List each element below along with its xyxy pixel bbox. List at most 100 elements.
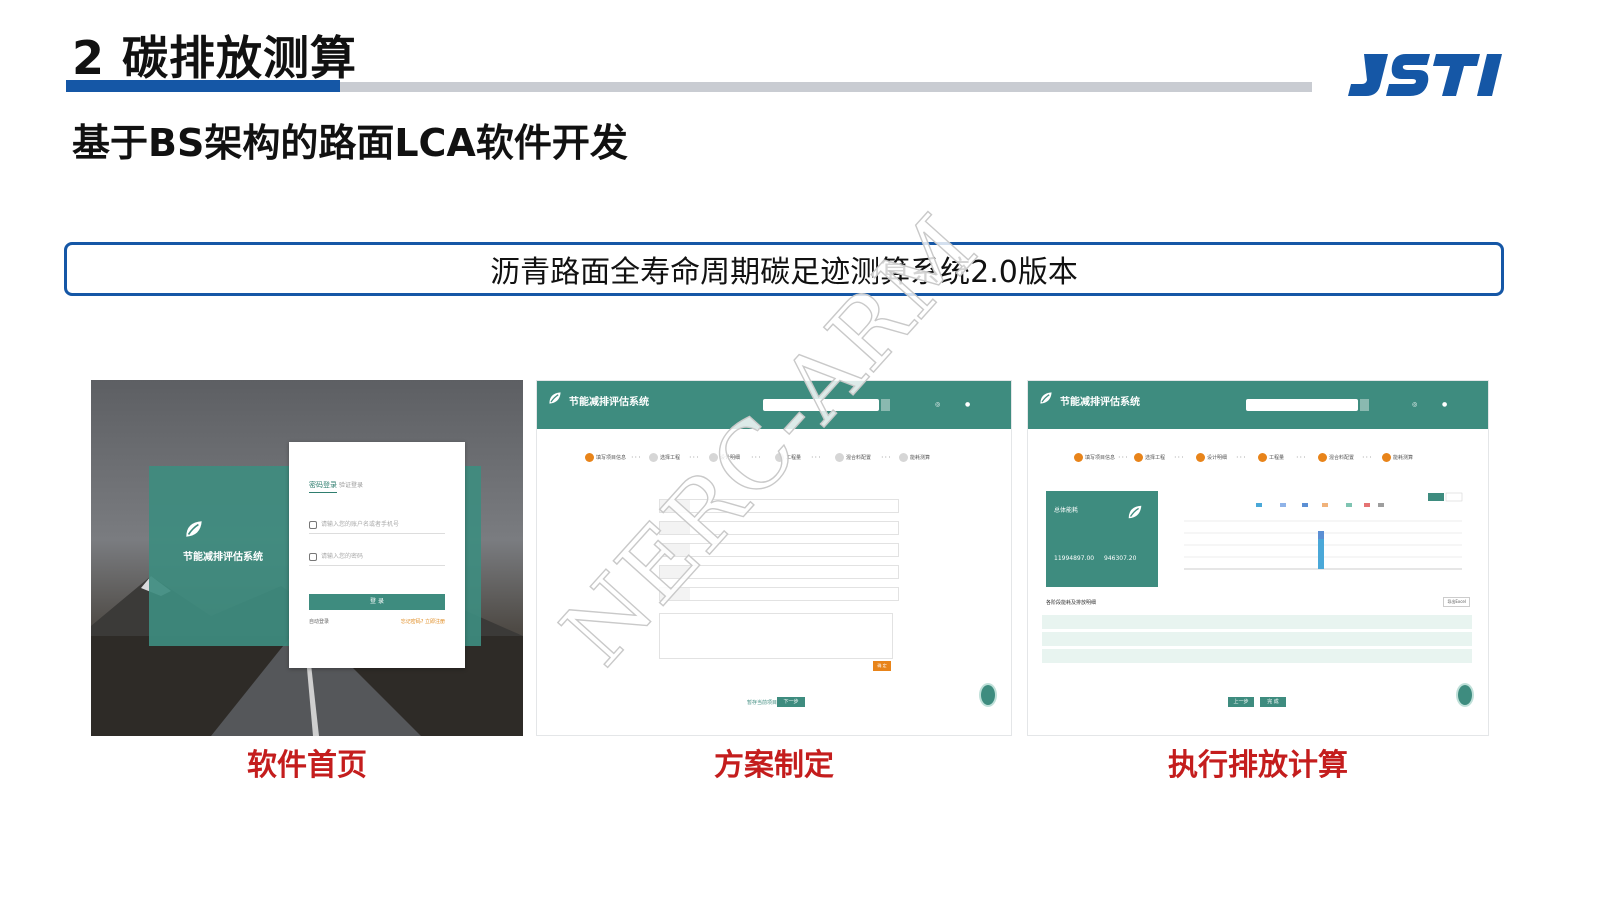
tab-code-login[interactable]: 验证登录 (339, 480, 363, 489)
form-select[interactable] (659, 543, 899, 557)
form-field[interactable] (659, 499, 899, 513)
login-brand-panel-edge (463, 466, 481, 646)
forgot-register-link[interactable]: 忘记密码? 立即注册 (401, 618, 445, 625)
table-row[interactable] (1042, 649, 1472, 663)
step-1[interactable]: 填写项目信息 (585, 453, 626, 462)
step-dot (649, 453, 658, 462)
username-input[interactable]: 请输入您的账户名或者手机号 (309, 518, 445, 534)
login-button[interactable]: 登 录 (309, 594, 445, 610)
step-active-dot (1382, 453, 1391, 462)
caption-emission: 执行排放计算 (1168, 748, 1348, 783)
summary-value-energy: 11994897.00 (1054, 555, 1095, 562)
step-6-label: 能耗测算 (1393, 455, 1414, 461)
table-row[interactable] (1042, 632, 1472, 646)
help-icon[interactable]: ◎ (1412, 401, 1417, 408)
step-4[interactable]: 工程量 (1258, 453, 1284, 462)
step-5-label: 混合料配置 (1329, 455, 1355, 461)
step-5[interactable]: 混合料配置 (835, 453, 871, 462)
search-input[interactable] (763, 399, 879, 411)
step-separator: ··· (1362, 453, 1373, 462)
step-separator: ··· (1236, 453, 1247, 462)
screenshot-plan-form: 节能减排评估系统 ◎ ● 填写项目信息 ··· 选择工程 ··· 设计明细 ··… (536, 380, 1012, 736)
system-name: 沥青路面全寿命周期碳足迹测算系统2.0版本 (490, 255, 1078, 290)
app-header: 节能减排评估系统 ◎ ● (1028, 381, 1488, 429)
help-icon[interactable]: ◎ (935, 401, 940, 408)
step-3[interactable]: 设计明细 (1196, 453, 1227, 462)
detail-table-title: 各阶段能耗及排放明细 (1046, 600, 1097, 606)
password-input[interactable]: 请输入您的密码 (309, 550, 445, 566)
app-name: 节能减排评估系统 (569, 397, 649, 408)
search-icon[interactable] (881, 399, 890, 411)
step-active-dot (1074, 453, 1083, 462)
form-field-label (660, 588, 690, 600)
login-app-name: 节能减排评估系统 (183, 552, 263, 563)
title-divider (340, 82, 1312, 92)
step-6[interactable]: 能耗测算 (899, 453, 930, 462)
user-icon (309, 521, 317, 529)
step-2-label: 选择工程 (1145, 455, 1166, 461)
save-draft-link[interactable]: 暂存当前项目 (747, 699, 777, 706)
password-placeholder: 请输入您的密码 (321, 553, 364, 560)
form-field[interactable] (659, 565, 899, 579)
step-1-label: 填写项目信息 (1085, 455, 1116, 461)
export-excel-button[interactable]: 导出Excel (1443, 597, 1470, 607)
step-5[interactable]: 混合料配置 (1318, 453, 1354, 462)
caption-login: 软件首页 (247, 748, 367, 783)
step-5-label: 混合料配置 (846, 455, 872, 461)
bar (1318, 531, 1324, 539)
step-separator: ··· (689, 453, 700, 462)
confirm-button[interactable]: 确 定 (873, 661, 891, 671)
remember-checkbox[interactable]: 自动登录 (309, 618, 329, 625)
step-separator: ··· (1174, 453, 1185, 462)
leaf-logo-icon (549, 392, 561, 404)
step-progress: 填写项目信息 ··· 选择工程 ··· 设计明细 ··· 工程量 ··· 混合料… (537, 453, 1011, 467)
summary-value-emission: 946307.20 (1104, 555, 1137, 562)
form-field-label (660, 566, 690, 578)
emission-bar-chart (1184, 492, 1463, 570)
remarks-textarea[interactable] (659, 613, 893, 659)
user-menu[interactable]: ● (1442, 401, 1447, 408)
step-2[interactable]: 选择工程 (1134, 453, 1165, 462)
search-icon[interactable] (1360, 399, 1369, 411)
tab-password-login[interactable]: 密码登录 (309, 480, 337, 493)
step-3[interactable]: 设计明细 (709, 453, 740, 462)
chart-toggle-energy (1428, 493, 1444, 501)
legend-swatch (1280, 503, 1286, 507)
form-select[interactable] (659, 521, 899, 535)
login-card: 密码登录 验证登录 请输入您的账户名或者手机号 请输入您的密码 登 录 自动登录… (289, 442, 465, 668)
search-input[interactable] (1246, 399, 1358, 411)
table-row[interactable] (1042, 615, 1472, 629)
slide-subtitle: 基于BS架构的路面LCA软件开发 (72, 121, 628, 165)
form-field-label (660, 500, 690, 512)
leaf-logo-icon (1040, 392, 1052, 404)
jsti-logo-mark (1348, 54, 1502, 96)
step-1[interactable]: 填写项目信息 (1074, 453, 1115, 462)
step-4[interactable]: 工程量 (775, 453, 801, 462)
form-field-label (660, 522, 690, 534)
legend-swatch (1302, 503, 1308, 507)
finish-button[interactable]: 完 成 (1260, 697, 1286, 707)
home-fab-icon[interactable] (1456, 683, 1474, 707)
step-dot (835, 453, 844, 462)
app-header: 节能减排评估系统 ◎ ● (537, 381, 1011, 429)
summary-title: 总体能耗 (1054, 507, 1079, 514)
step-progress: 填写项目信息 ··· 选择工程 ··· 设计明细 ··· 工程量 ··· 混合料… (1028, 453, 1488, 467)
next-step-button[interactable]: 下一步 (777, 697, 805, 707)
user-menu[interactable]: ● (965, 401, 970, 408)
jsti-logo (1348, 54, 1502, 96)
step-separator: ··· (1118, 453, 1129, 462)
step-separator: ··· (811, 453, 822, 462)
step-2[interactable]: 选择工程 (649, 453, 680, 462)
step-separator: ··· (631, 453, 642, 462)
step-6[interactable]: 能耗测算 (1382, 453, 1413, 462)
form-field-label (660, 544, 690, 556)
step-separator: ··· (881, 453, 892, 462)
legend-swatch (1322, 503, 1328, 507)
table-row[interactable] (1042, 666, 1472, 680)
prev-step-button[interactable]: 上一步 (1228, 697, 1254, 707)
home-fab-icon[interactable] (979, 683, 997, 707)
app-name: 节能减排评估系统 (1060, 397, 1140, 408)
form-field[interactable] (659, 587, 899, 601)
step-active-dot (1196, 453, 1205, 462)
title-underline-accent (66, 80, 340, 92)
